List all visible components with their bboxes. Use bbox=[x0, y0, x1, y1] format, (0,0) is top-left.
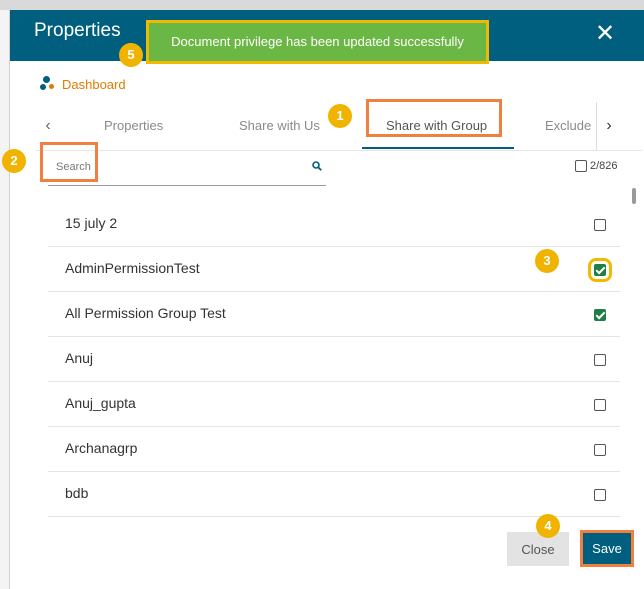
search-icon[interactable] bbox=[312, 161, 322, 171]
group-name: All Permission Group Test bbox=[65, 305, 226, 321]
group-checkbox[interactable] bbox=[594, 444, 606, 456]
active-tab-indicator bbox=[362, 147, 514, 149]
group-checkbox[interactable] bbox=[594, 399, 606, 411]
select-all: 2/826 bbox=[575, 160, 618, 172]
list-item[interactable]: All Permission Group Test bbox=[48, 292, 620, 337]
properties-modal: Properties ✕ Dashboard ‹ Properties Shar… bbox=[10, 10, 644, 589]
success-toast: Document privilege has been updated succ… bbox=[146, 20, 489, 64]
tab-next-icon[interactable]: › bbox=[596, 102, 621, 150]
list-item[interactable]: 15 july 2 bbox=[48, 202, 620, 247]
select-all-checkbox[interactable] bbox=[575, 160, 587, 172]
group-list: 15 july 2 AdminPermissionTest All Permis… bbox=[48, 202, 620, 517]
step-badge-4: 4 bbox=[536, 514, 560, 538]
scrollbar[interactable] bbox=[632, 188, 636, 204]
group-name: Anuj bbox=[65, 350, 94, 366]
breadcrumb-dashboard[interactable]: Dashboard bbox=[62, 77, 126, 92]
tab-prev-icon[interactable]: ‹ bbox=[36, 102, 60, 150]
save-button[interactable]: Save bbox=[580, 530, 634, 567]
breadcrumb: Dashboard bbox=[40, 74, 126, 94]
step-badge-2: 2 bbox=[2, 149, 26, 173]
search-input[interactable] bbox=[48, 152, 288, 182]
search-box bbox=[48, 152, 326, 186]
group-name: 15 july 2 bbox=[65, 215, 118, 231]
modal-title: Properties bbox=[34, 20, 121, 41]
group-name: Anuj_gupta bbox=[65, 395, 136, 411]
tab-share-with-users[interactable]: Share with Us bbox=[239, 118, 320, 133]
list-item[interactable]: Anuj_gupta bbox=[48, 382, 620, 427]
group-name: AdminPermissionTest bbox=[65, 260, 200, 276]
dashboard-icon bbox=[40, 76, 56, 92]
selected-count: 2/826 bbox=[590, 160, 618, 172]
group-checkbox[interactable] bbox=[594, 309, 606, 321]
list-item[interactable]: Archanagrp bbox=[48, 427, 620, 472]
group-checkbox[interactable] bbox=[588, 258, 612, 282]
list-item[interactable]: bdb bbox=[48, 472, 620, 517]
group-name: Archanagrp bbox=[65, 440, 138, 456]
tab-share-with-group[interactable]: Share with Group bbox=[386, 118, 487, 133]
list-item[interactable]: AdminPermissionTest bbox=[48, 247, 620, 292]
group-name: bdb bbox=[65, 485, 89, 501]
step-badge-3: 3 bbox=[535, 249, 559, 273]
tab-divider bbox=[36, 150, 642, 151]
list-item[interactable]: Anuj bbox=[48, 337, 620, 382]
step-badge-1: 1 bbox=[328, 104, 352, 128]
tab-exclude[interactable]: Exclude bbox=[545, 118, 591, 133]
close-button[interactable]: Close bbox=[507, 532, 569, 566]
background-frame-top bbox=[0, 0, 644, 10]
tab-properties[interactable]: Properties bbox=[104, 118, 163, 133]
group-checkbox[interactable] bbox=[594, 354, 606, 366]
step-badge-5: 5 bbox=[119, 43, 143, 67]
group-checkbox[interactable] bbox=[594, 219, 606, 231]
group-checkbox[interactable] bbox=[594, 489, 606, 501]
background-frame-left bbox=[0, 10, 10, 589]
close-icon[interactable]: ✕ bbox=[595, 19, 615, 49]
